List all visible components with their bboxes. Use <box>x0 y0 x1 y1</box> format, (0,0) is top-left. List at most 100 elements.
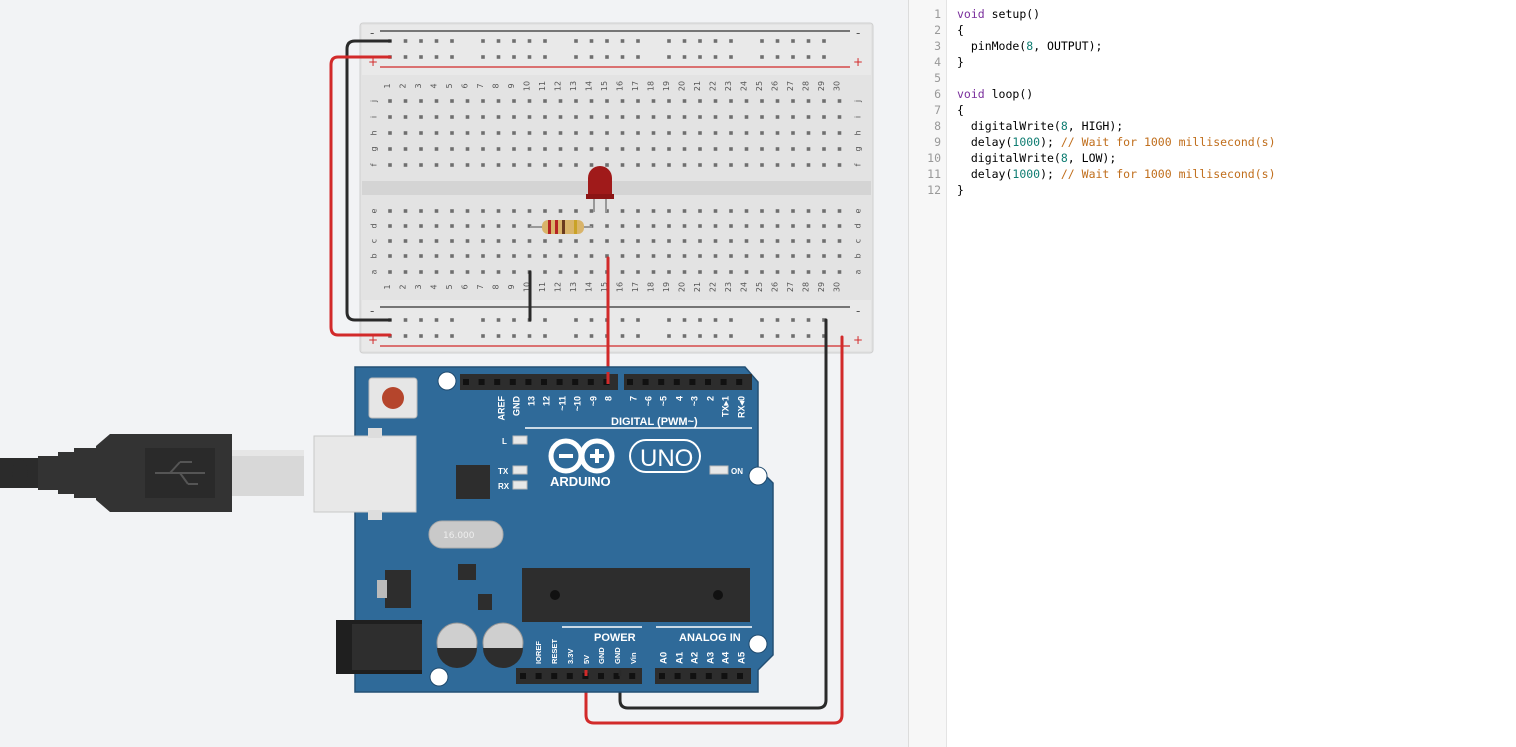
breadboard-hole[interactable] <box>465 224 470 228</box>
rail-hole[interactable] <box>729 55 733 59</box>
breadboard-hole[interactable] <box>713 147 718 151</box>
breadboard-hole[interactable] <box>403 115 408 119</box>
rail-hole[interactable] <box>729 334 733 338</box>
breadboard-hole[interactable] <box>543 163 547 167</box>
rail-hole[interactable] <box>434 318 439 322</box>
code-line[interactable]: void loop() <box>957 86 1033 102</box>
breadboard-hole[interactable] <box>543 115 547 119</box>
breadboard-hole[interactable] <box>481 147 485 151</box>
breadboard-hole[interactable] <box>496 99 501 103</box>
breadboard-hole[interactable] <box>419 239 423 243</box>
breadboard-hole[interactable] <box>667 209 671 213</box>
code-editor[interactable]: 1 2 3 4 5 6 7 8 9 10 11 12 void setup(){ pinMode(8,… <box>908 0 1516 747</box>
rail-hole[interactable] <box>760 334 764 338</box>
breadboard-hole[interactable] <box>791 254 795 258</box>
breadboard-hole[interactable] <box>450 147 454 151</box>
rail-hole[interactable] <box>605 55 609 59</box>
breadboard-hole[interactable] <box>558 147 563 151</box>
breadboard-hole[interactable] <box>419 115 423 119</box>
breadboard-hole[interactable] <box>698 131 702 135</box>
breadboard-hole[interactable] <box>729 99 733 103</box>
rail-hole[interactable] <box>667 55 671 59</box>
breadboard-hole[interactable] <box>636 147 640 151</box>
rail-hole[interactable] <box>806 318 811 322</box>
header-pin[interactable] <box>478 379 485 385</box>
breadboard-hole[interactable] <box>527 99 532 103</box>
rail-hole[interactable] <box>496 55 501 59</box>
rail-hole[interactable] <box>806 39 811 43</box>
breadboard-hole[interactable] <box>744 239 749 243</box>
breadboard-hole[interactable] <box>589 115 594 119</box>
header-pin[interactable] <box>494 379 501 385</box>
breadboard-hole[interactable] <box>558 131 563 135</box>
header-pin[interactable] <box>690 673 697 679</box>
breadboard-hole[interactable] <box>744 270 749 274</box>
breadboard-hole[interactable] <box>403 131 408 135</box>
breadboard-hole[interactable] <box>496 115 501 119</box>
breadboard-hole[interactable] <box>481 115 485 119</box>
power-analog-header-pins[interactable] <box>520 673 743 679</box>
header-pin[interactable] <box>556 379 563 385</box>
breadboard-hole[interactable] <box>496 239 501 243</box>
breadboard-hole[interactable] <box>589 254 594 258</box>
breadboard-hole[interactable] <box>636 254 640 258</box>
header-pin[interactable] <box>572 379 579 385</box>
breadboard-hole[interactable] <box>589 163 594 167</box>
rail-hole[interactable] <box>419 318 423 322</box>
breadboard-hole[interactable] <box>558 115 563 119</box>
rail-hole[interactable] <box>434 334 439 338</box>
breadboard-hole[interactable] <box>667 254 671 258</box>
rail-hole[interactable] <box>512 334 516 338</box>
code-line[interactable]: { <box>957 102 964 118</box>
header-pin[interactable] <box>705 673 712 679</box>
breadboard-hole[interactable] <box>837 131 842 135</box>
breadboard-hole[interactable] <box>527 131 532 135</box>
breadboard-hole[interactable] <box>682 224 687 228</box>
breadboard-hole[interactable] <box>791 147 795 151</box>
header-pin[interactable] <box>535 673 542 679</box>
breadboard-hole[interactable] <box>512 254 516 258</box>
breadboard-hole[interactable] <box>791 209 795 213</box>
breadboard-hole[interactable] <box>543 270 547 274</box>
header-pin[interactable] <box>598 673 604 679</box>
rail-hole[interactable] <box>667 39 671 43</box>
breadboard-hole[interactable] <box>775 209 780 213</box>
header-pin[interactable] <box>627 379 633 385</box>
breadboard-hole[interactable] <box>620 224 625 228</box>
breadboard-hole[interactable] <box>682 99 687 103</box>
breadboard-hole[interactable] <box>496 254 501 258</box>
breadboard[interactable]: - + - + - + - + 112233445566778899101011… <box>359 22 874 354</box>
breadboard-hole[interactable] <box>837 99 842 103</box>
rail-hole[interactable] <box>450 39 454 43</box>
breadboard-hole[interactable] <box>388 239 392 243</box>
breadboard-hole[interactable] <box>450 254 454 258</box>
breadboard-hole[interactable] <box>558 239 563 243</box>
breadboard-hole[interactable] <box>450 239 454 243</box>
rail-hole[interactable] <box>589 55 594 59</box>
rail-hole[interactable] <box>775 334 780 338</box>
breadboard-hole[interactable] <box>713 131 718 135</box>
rail-hole[interactable] <box>775 318 780 322</box>
breadboard-hole[interactable] <box>527 163 532 167</box>
breadboard-hole[interactable] <box>605 147 609 151</box>
breadboard-hole[interactable] <box>434 131 439 135</box>
breadboard-hole[interactable] <box>388 131 392 135</box>
breadboard-hole[interactable] <box>806 224 811 228</box>
header-pin[interactable] <box>689 379 696 385</box>
rail-hole[interactable] <box>698 318 702 322</box>
breadboard-hole[interactable] <box>481 270 485 274</box>
breadboard-hole[interactable] <box>620 270 625 274</box>
breadboard-hole[interactable] <box>636 209 640 213</box>
breadboard-hole[interactable] <box>682 239 687 243</box>
breadboard-hole[interactable] <box>450 99 454 103</box>
rail-hole[interactable] <box>481 55 485 59</box>
breadboard-hole[interactable] <box>558 209 563 213</box>
breadboard-hole[interactable] <box>682 163 687 167</box>
code-line[interactable]: pinMode(8, OUTPUT); <box>957 38 1103 54</box>
rail-hole[interactable] <box>543 55 547 59</box>
breadboard-hole[interactable] <box>713 254 718 258</box>
rail-hole[interactable] <box>822 39 826 43</box>
breadboard-hole[interactable] <box>744 163 749 167</box>
breadboard-hole[interactable] <box>403 254 408 258</box>
breadboard-hole[interactable] <box>837 254 842 258</box>
